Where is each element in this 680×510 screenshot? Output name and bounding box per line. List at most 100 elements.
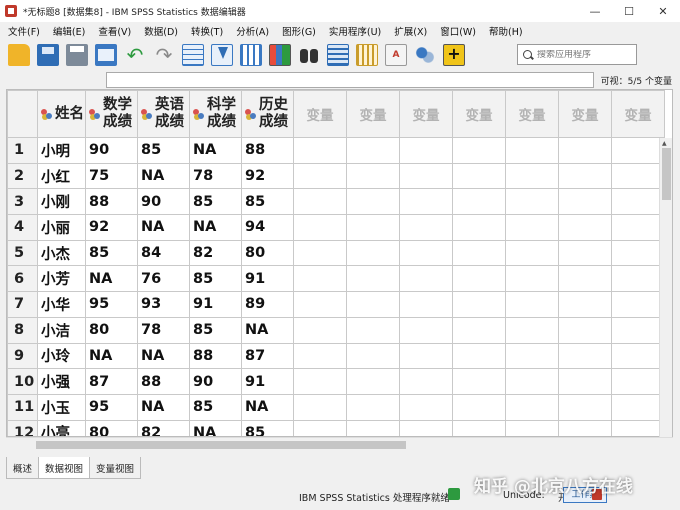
menu-graphs[interactable]: 图形(G): [282, 24, 316, 38]
data-cell[interactable]: NA: [137, 214, 190, 241]
empty-cell[interactable]: [399, 162, 453, 190]
data-cell[interactable]: 小明: [37, 137, 86, 164]
empty-variable-header[interactable]: 变量: [293, 90, 347, 138]
empty-cell[interactable]: [505, 239, 559, 267]
empty-variable-header[interactable]: 变量: [505, 90, 559, 138]
data-cell[interactable]: 89: [241, 291, 294, 318]
empty-cell[interactable]: [558, 419, 612, 436]
empty-cell[interactable]: [505, 419, 559, 436]
data-cell[interactable]: NA: [189, 419, 242, 436]
data-cell[interactable]: 小丽: [37, 214, 86, 241]
data-cell[interactable]: 95: [85, 393, 138, 421]
empty-cell[interactable]: [346, 137, 400, 164]
empty-variable-header[interactable]: 变量: [452, 90, 506, 138]
search-box[interactable]: [517, 44, 637, 65]
empty-cell[interactable]: [611, 368, 665, 395]
empty-cell[interactable]: [452, 137, 506, 164]
go-to-case-icon[interactable]: [182, 44, 204, 66]
empty-cell[interactable]: [558, 137, 612, 164]
empty-cell[interactable]: [611, 214, 665, 241]
empty-cell[interactable]: [293, 393, 347, 421]
data-cell[interactable]: 78: [137, 316, 190, 344]
row-number[interactable]: 4: [7, 214, 38, 241]
empty-cell[interactable]: [293, 291, 347, 318]
empty-cell[interactable]: [399, 342, 453, 370]
empty-cell[interactable]: [452, 368, 506, 395]
empty-cell[interactable]: [293, 162, 347, 190]
menu-edit[interactable]: 编辑(E): [53, 24, 85, 38]
column-header[interactable]: 英语 成绩: [137, 90, 190, 138]
split-file-icon[interactable]: [327, 44, 349, 66]
data-cell[interactable]: 85: [189, 265, 242, 293]
menu-data[interactable]: 数据(D): [144, 24, 178, 38]
empty-cell[interactable]: [452, 342, 506, 370]
row-number[interactable]: 2: [7, 162, 38, 190]
empty-cell[interactable]: [452, 393, 506, 421]
vertical-scrollbar[interactable]: ▲: [659, 138, 672, 439]
empty-cell[interactable]: [505, 342, 559, 370]
data-cell[interactable]: NA: [137, 393, 190, 421]
empty-cell[interactable]: [346, 291, 400, 318]
row-number[interactable]: 11: [7, 393, 38, 421]
empty-cell[interactable]: [293, 137, 347, 164]
data-cell[interactable]: 84: [137, 239, 190, 267]
empty-cell[interactable]: [505, 137, 559, 164]
close-button[interactable]: ✕: [646, 0, 680, 22]
cell-editor-field[interactable]: [106, 72, 594, 88]
empty-cell[interactable]: [293, 239, 347, 267]
data-cell[interactable]: 小玉: [37, 393, 86, 421]
data-cell[interactable]: NA: [137, 342, 190, 370]
empty-cell[interactable]: [505, 368, 559, 395]
menu-help[interactable]: 帮助(H): [489, 24, 523, 38]
data-cell[interactable]: 91: [241, 265, 294, 293]
column-header[interactable]: 数学 成绩: [85, 90, 138, 138]
data-cell[interactable]: 93: [137, 291, 190, 318]
row-number[interactable]: 3: [7, 188, 38, 216]
variables-icon[interactable]: [240, 44, 262, 66]
empty-cell[interactable]: [346, 393, 400, 421]
empty-cell[interactable]: [505, 393, 559, 421]
empty-cell[interactable]: [399, 188, 453, 216]
empty-cell[interactable]: [452, 291, 506, 318]
data-cell[interactable]: 91: [189, 291, 242, 318]
minimize-button[interactable]: —: [578, 0, 612, 22]
empty-cell[interactable]: [399, 393, 453, 421]
empty-cell[interactable]: [346, 368, 400, 395]
data-cell[interactable]: 小杰: [37, 239, 86, 267]
data-cell[interactable]: 91: [241, 368, 294, 395]
column-header[interactable]: 姓名: [37, 90, 86, 138]
grid-corner[interactable]: [7, 90, 38, 138]
empty-cell[interactable]: [558, 239, 612, 267]
empty-cell[interactable]: [399, 137, 453, 164]
data-cell[interactable]: 小玲: [37, 342, 86, 370]
data-cell[interactable]: NA: [137, 162, 190, 190]
go-to-variable-icon[interactable]: [211, 44, 233, 66]
data-cell[interactable]: 85: [189, 393, 242, 421]
data-cell[interactable]: 90: [85, 137, 138, 164]
menu-extensions[interactable]: 扩展(X): [394, 24, 427, 38]
horizontal-scrollbar[interactable]: [6, 437, 673, 451]
empty-cell[interactable]: [558, 342, 612, 370]
empty-cell[interactable]: [611, 188, 665, 216]
data-cell[interactable]: 88: [241, 137, 294, 164]
use-sets-icon[interactable]: [414, 44, 436, 66]
empty-cell[interactable]: [399, 265, 453, 293]
empty-cell[interactable]: [346, 188, 400, 216]
empty-cell[interactable]: [399, 419, 453, 436]
data-cell[interactable]: 小芳: [37, 265, 86, 293]
select-cases-icon[interactable]: [356, 44, 378, 66]
empty-cell[interactable]: [346, 162, 400, 190]
empty-cell[interactable]: [346, 214, 400, 241]
data-cell[interactable]: 82: [137, 419, 190, 436]
data-cell[interactable]: 87: [85, 368, 138, 395]
data-cell[interactable]: 92: [241, 162, 294, 190]
data-cell[interactable]: NA: [85, 342, 138, 370]
empty-cell[interactable]: [452, 316, 506, 344]
data-cell[interactable]: 95: [85, 291, 138, 318]
empty-cell[interactable]: [505, 162, 559, 190]
empty-cell[interactable]: [293, 188, 347, 216]
empty-cell[interactable]: [399, 239, 453, 267]
empty-cell[interactable]: [558, 291, 612, 318]
empty-cell[interactable]: [505, 291, 559, 318]
row-number[interactable]: 10: [7, 368, 38, 395]
